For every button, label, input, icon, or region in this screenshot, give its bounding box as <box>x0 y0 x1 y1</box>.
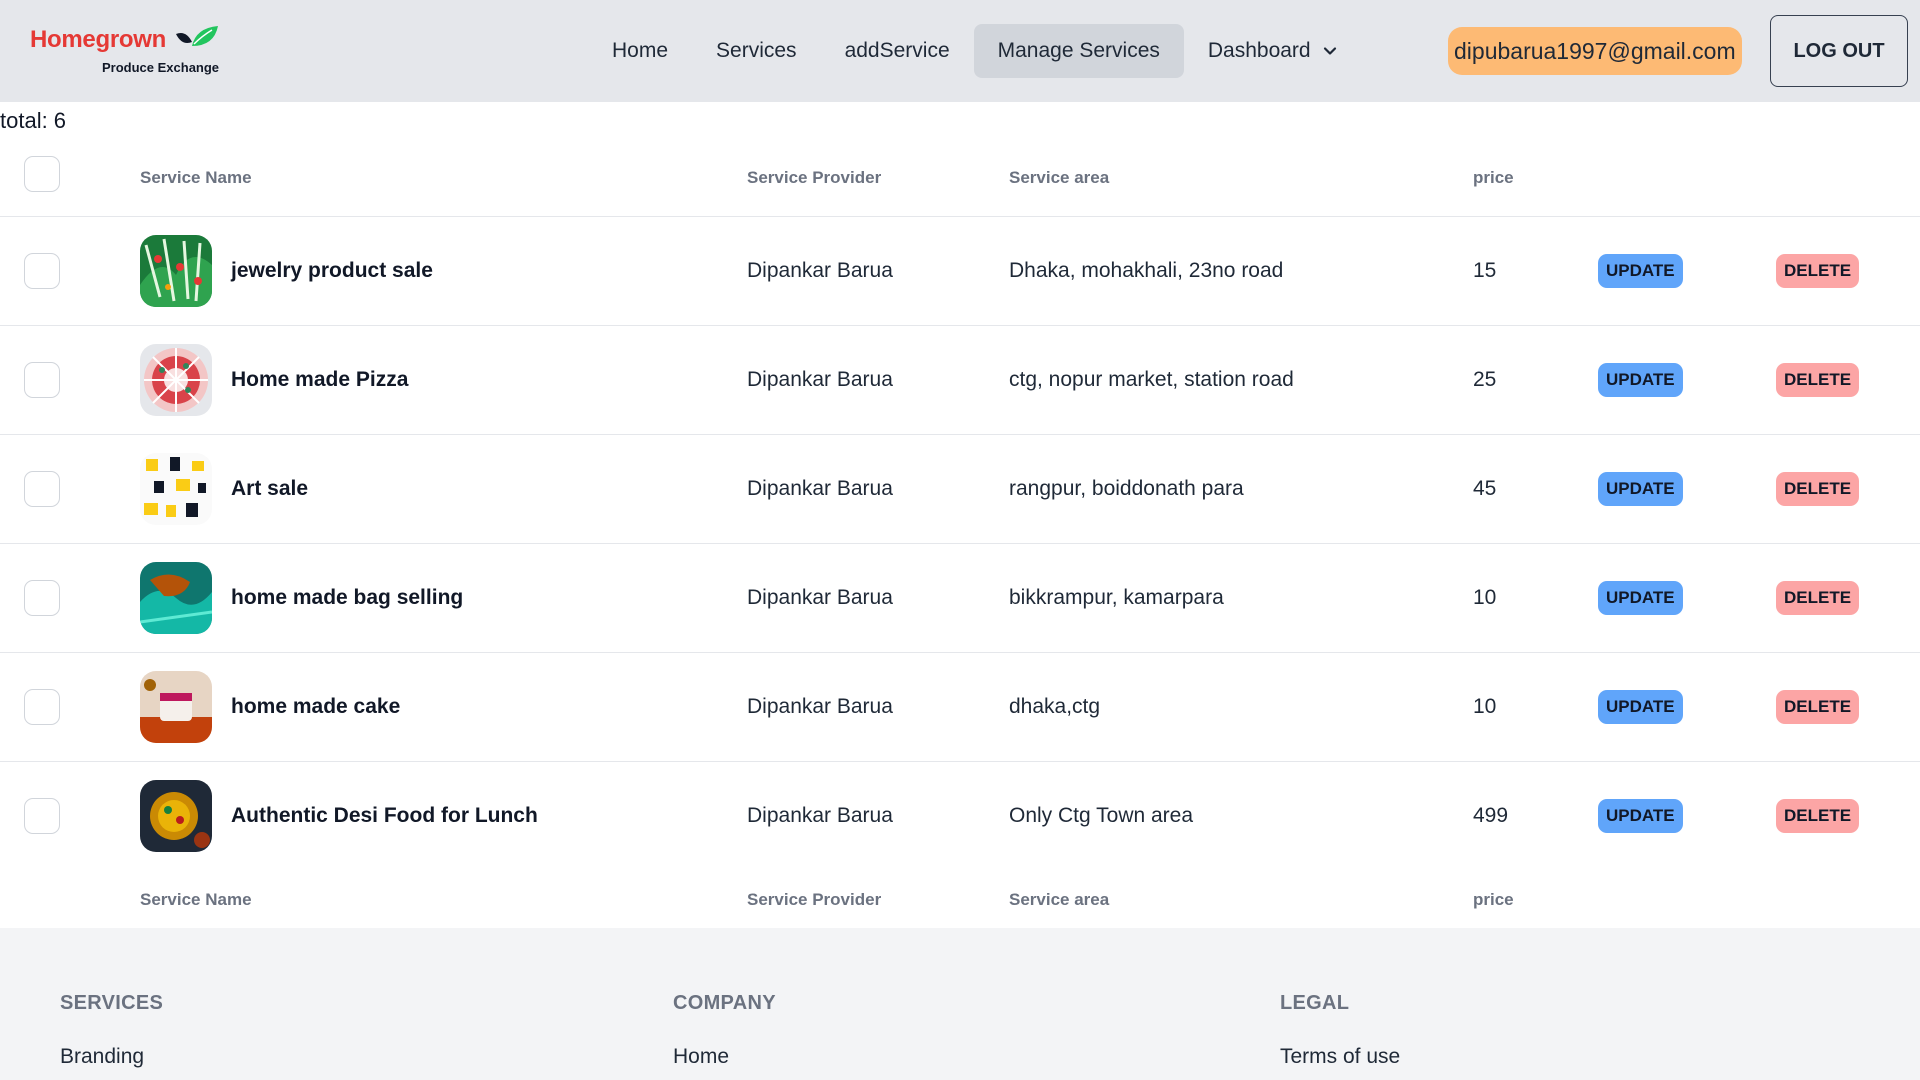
table-row: Home made Pizza Dipankar Barua ctg, nopu… <box>0 325 1920 434</box>
row-checkbox[interactable] <box>24 689 60 725</box>
nav-dashboard-dropdown[interactable]: Dashboard <box>1184 24 1361 78</box>
service-thumbnail <box>140 235 212 307</box>
footer-service-area: Service area <box>1009 890 1110 909</box>
service-provider: Dipankar Barua <box>747 804 893 827</box>
footer-price: price <box>1473 890 1514 909</box>
page: Homegrown Produce Exchange Home Services… <box>0 0 1920 1080</box>
footer-heading: SERVICES <box>60 992 164 1014</box>
main-nav: Home Services addService Manage Services… <box>588 24 1361 78</box>
service-provider: Dipankar Barua <box>747 368 893 391</box>
footer-link-home[interactable]: Home <box>673 1045 776 1069</box>
service-price: 10 <box>1473 695 1497 718</box>
row-checkbox[interactable] <box>24 580 60 616</box>
nav-dashboard-label: Dashboard <box>1207 39 1311 62</box>
footer-heading: COMPANY <box>673 992 776 1014</box>
service-area: Only Ctg Town area <box>1009 804 1194 827</box>
footer-service-provider: Service Provider <box>747 890 882 909</box>
service-provider: Dipankar Barua <box>747 477 893 500</box>
service-thumbnail <box>140 671 212 743</box>
delete-button[interactable]: DELETE <box>1776 363 1860 397</box>
service-provider: Dipankar Barua <box>747 259 893 282</box>
row-checkbox[interactable] <box>24 471 60 507</box>
nav-services-label: Services <box>716 39 797 62</box>
delete-button[interactable]: DELETE <box>1776 799 1860 833</box>
table-footer: Service Name Service Provider Service ar… <box>0 870 1920 930</box>
brand-tagline: Produce Exchange <box>102 60 220 75</box>
service-area: bikkrampur, kamarpara <box>1009 586 1224 609</box>
table-header: Service Name Service Provider Service ar… <box>0 140 1920 216</box>
service-provider: Dipankar Barua <box>747 695 893 718</box>
services-table: Service Name Service Provider Service ar… <box>0 140 1920 930</box>
service-area: Dhaka, mohakhali, 23no road <box>1009 259 1284 282</box>
update-button[interactable]: UPDATE <box>1598 799 1683 833</box>
footer-service-name: Service Name <box>140 890 252 909</box>
delete-button[interactable]: DELETE <box>1776 254 1860 288</box>
service-name: Home made Pizza <box>231 368 409 391</box>
service-thumbnail <box>140 344 212 416</box>
footer-column-company: COMPANY Home <box>673 992 776 1069</box>
service-name: home made bag selling <box>231 586 464 609</box>
nav-manage-services-label: Manage Services <box>997 39 1160 62</box>
delete-button[interactable]: DELETE <box>1776 690 1860 724</box>
table-row: home made cake Dipankar Barua dhaka,ctg … <box>0 652 1920 761</box>
nav-home-label: Home <box>612 39 669 62</box>
brand-name: Homegrown <box>30 26 166 53</box>
delete-button[interactable]: DELETE <box>1776 472 1860 506</box>
leaf-icon <box>176 26 218 46</box>
service-price: 10 <box>1473 586 1497 609</box>
nav-add-service[interactable]: addService <box>821 24 974 78</box>
footer-heading: LEGAL <box>1280 992 1350 1014</box>
service-thumbnail <box>140 453 212 525</box>
service-name: home made cake <box>231 695 401 718</box>
service-area: ctg, nopur market, station road <box>1009 368 1294 391</box>
service-provider: Dipankar Barua <box>747 586 893 609</box>
total-count: total: 6 <box>0 108 67 133</box>
row-checkbox[interactable] <box>24 798 60 834</box>
logout-button[interactable]: LOG OUT <box>1770 15 1908 87</box>
table-row: jewelry product sale Dipankar Barua Dhak… <box>0 216 1920 325</box>
update-button[interactable]: UPDATE <box>1598 690 1683 724</box>
user-email-badge: dipubarua1997@gmail.com <box>1448 27 1742 75</box>
nav-manage-services[interactable]: Manage Services <box>973 24 1184 78</box>
site-footer: SERVICES Branding COMPANY Home LEGAL Ter… <box>0 928 1920 1080</box>
footer-column-services: SERVICES Branding <box>60 992 163 1069</box>
nav-services[interactable]: Services <box>692 24 821 78</box>
service-price: 499 <box>1473 804 1509 827</box>
service-name: Authentic Desi Food for Lunch <box>231 804 538 827</box>
delete-button[interactable]: DELETE <box>1776 581 1860 615</box>
service-price: 25 <box>1473 368 1497 391</box>
service-name: jewelry product sale <box>231 259 433 282</box>
header-service-name: Service Name <box>140 168 252 187</box>
footer-link-branding[interactable]: Branding <box>60 1045 163 1069</box>
service-area: rangpur, boiddonath para <box>1009 477 1244 500</box>
service-thumbnail <box>140 562 212 634</box>
service-thumbnail <box>140 780 212 852</box>
update-button[interactable]: UPDATE <box>1598 472 1683 506</box>
service-price: 15 <box>1473 259 1497 282</box>
header-service-area: Service area <box>1009 168 1110 187</box>
footer-link-terms[interactable]: Terms of use <box>1280 1045 1400 1069</box>
chevron-down-icon <box>1323 47 1336 55</box>
nav-home[interactable]: Home <box>588 24 692 78</box>
table-row: Authentic Desi Food for Lunch Dipankar B… <box>0 761 1920 870</box>
update-button[interactable]: UPDATE <box>1598 254 1683 288</box>
row-checkbox[interactable] <box>24 253 60 289</box>
update-button[interactable]: UPDATE <box>1598 581 1683 615</box>
brand-logo[interactable]: Homegrown Produce Exchange <box>30 22 220 80</box>
service-price: 45 <box>1473 477 1497 500</box>
row-checkbox[interactable] <box>24 362 60 398</box>
service-name: Art sale <box>231 477 309 500</box>
header-service-provider: Service Provider <box>747 168 882 187</box>
select-all-checkbox[interactable] <box>24 156 60 192</box>
service-area: dhaka,ctg <box>1009 695 1101 718</box>
nav-add-service-label: addService <box>844 39 950 62</box>
navbar: Homegrown Produce Exchange Home Services… <box>0 0 1920 102</box>
update-button[interactable]: UPDATE <box>1598 363 1683 397</box>
header-price: price <box>1473 168 1514 187</box>
table-row: home made bag selling Dipankar Barua bik… <box>0 543 1920 652</box>
table-row: Art sale Dipankar Barua rangpur, boiddon… <box>0 434 1920 543</box>
footer-column-legal: LEGAL Terms of use <box>1280 992 1400 1069</box>
